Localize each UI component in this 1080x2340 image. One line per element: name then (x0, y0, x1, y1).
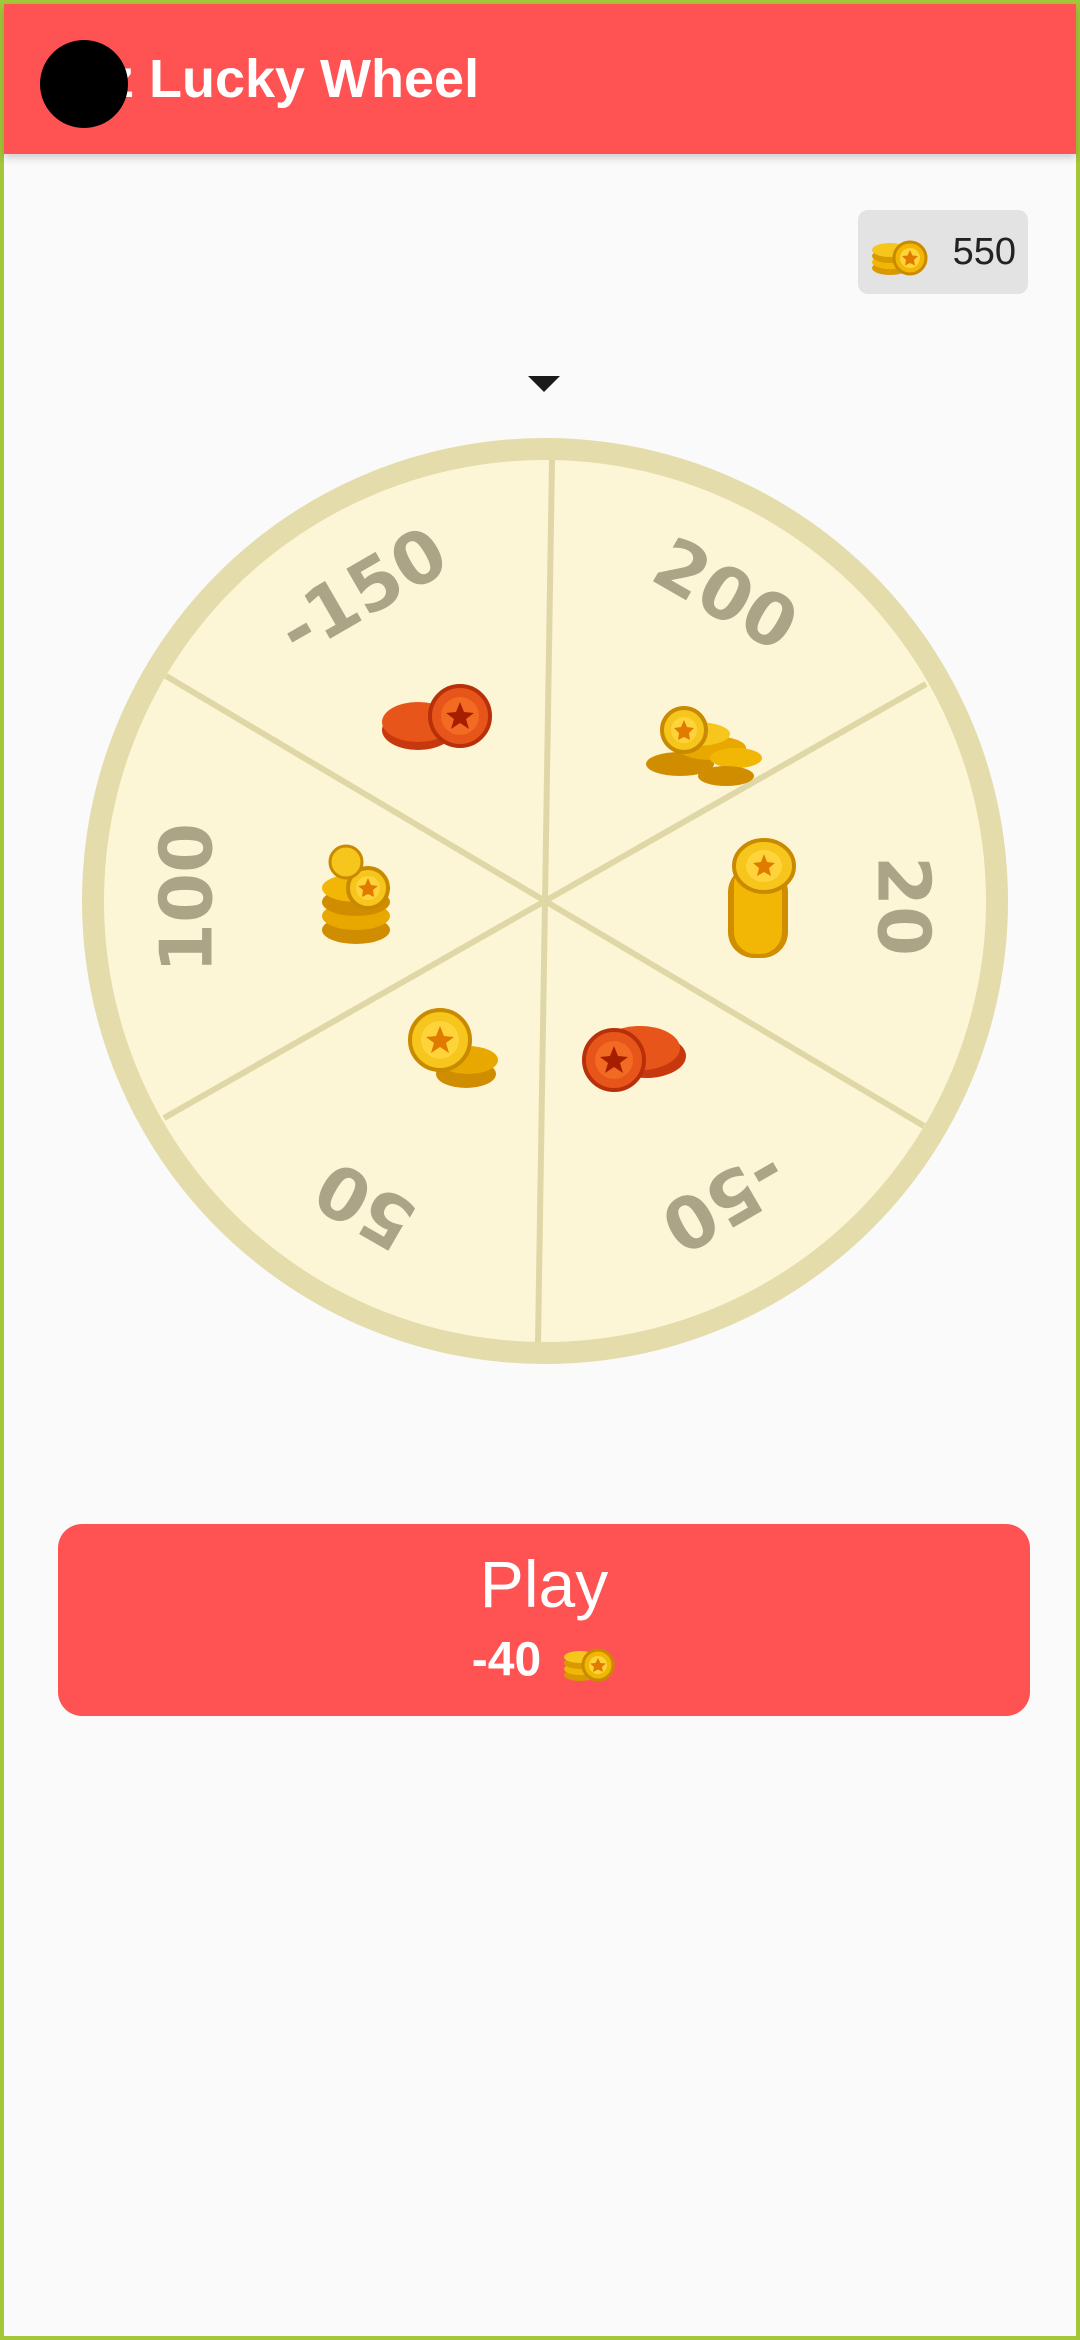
app-bar: gz Lucky Wheel (4, 4, 1076, 154)
camera-cutout (40, 40, 128, 128)
app-title: gz Lucky Wheel (74, 49, 480, 109)
coin-stack-icon (564, 1648, 615, 1681)
prize-wheel[interactable]: 200 20 -50 50 100 -150 (80, 436, 1010, 1366)
play-cost: -40 (471, 1633, 542, 1687)
play-label: Play (479, 1547, 609, 1621)
triangle-down-icon (528, 376, 560, 392)
coin-balance: 550 (858, 210, 1028, 294)
play-cost-row: -40 (58, 1632, 1030, 1688)
coin-stack-icon (872, 240, 928, 276)
play-button[interactable]: Play -40 (58, 1524, 1030, 1716)
segment-label: 100 (145, 823, 229, 973)
balance-value: 550 (952, 231, 1016, 273)
segment-label: 20 (861, 856, 945, 956)
gold-coin-stack-icon (728, 838, 796, 958)
